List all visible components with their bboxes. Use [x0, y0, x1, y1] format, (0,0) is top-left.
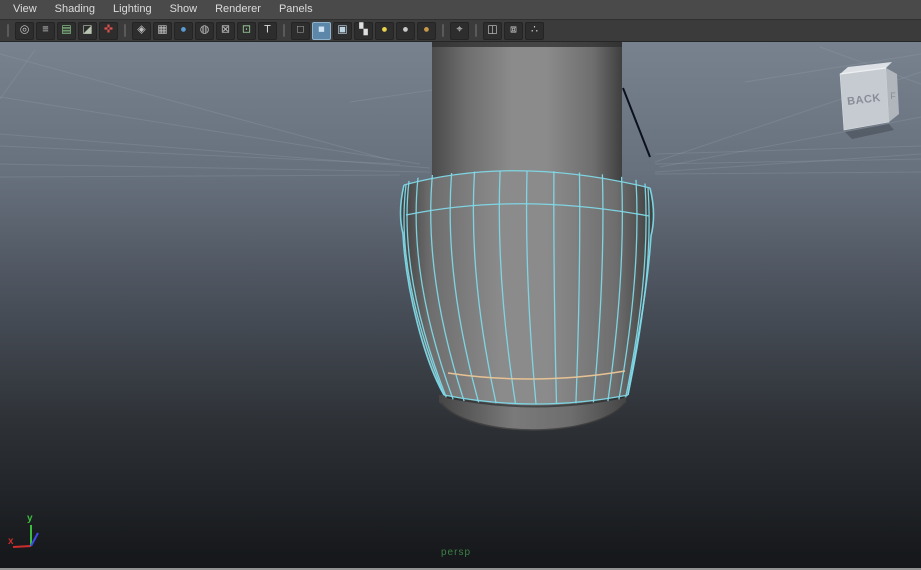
toolbar-separator [442, 24, 444, 37]
image-plane-icon[interactable]: ◪ [78, 21, 97, 40]
resolution-gate-icon[interactable]: ▦ [153, 21, 172, 40]
camera-attributes-icon[interactable]: ≡ [36, 21, 55, 40]
use-all-lights-icon[interactable]: ● [375, 21, 394, 40]
safe-title-icon[interactable]: T [258, 21, 277, 40]
menu-renderer[interactable]: Renderer [206, 0, 270, 19]
wireframe-icon[interactable]: □ [291, 21, 310, 40]
panel-toolbar: ◎ ≡ ▤ ◪ ✜ ◈ ▦ ● ◍ ⊠ ⊡ T □ ■ ▣ ▚ ● ● ● ⌖ ◫ ⧈ ∴ [0, 20, 921, 42]
view-cube-side-label: F [890, 91, 896, 101]
use-default-material-icon[interactable]: ▚ [354, 21, 373, 40]
bookmarks-icon[interactable]: ▤ [57, 21, 76, 40]
cup-object[interactable] [399, 170, 655, 408]
film-gate-icon[interactable]: ◈ [132, 21, 151, 40]
smooth-shade-icon[interactable]: ■ [312, 21, 331, 40]
shadows-icon[interactable]: ● [396, 21, 415, 40]
textured-icon[interactable]: ▣ [333, 21, 352, 40]
toolbar-separator [475, 24, 477, 37]
safe-action-icon[interactable]: ⊠ [216, 21, 235, 40]
panel-menubar: View Shading Lighting Show Renderer Panels [0, 0, 921, 20]
gate-mask-icon[interactable]: ● [174, 21, 193, 40]
menu-shading[interactable]: Shading [46, 0, 104, 19]
toolbar-separator [7, 24, 9, 37]
toolbar-separator [283, 24, 285, 37]
2d-pan-zoom-icon[interactable]: ✜ [99, 21, 118, 40]
menu-lighting[interactable]: Lighting [104, 0, 161, 19]
wireframe-on-shaded-icon[interactable]: ⧈ [504, 21, 523, 40]
3d-viewport[interactable]: BACK F x y persp [0, 42, 921, 568]
menu-view[interactable]: View [4, 0, 46, 19]
field-chart-icon[interactable]: ◍ [195, 21, 214, 40]
isolate-select-icon[interactable]: ⌖ [450, 21, 469, 40]
node-connections-icon[interactable]: ∴ [525, 21, 544, 40]
axis-x-label: x [8, 536, 14, 547]
cylinder-object[interactable] [432, 42, 622, 192]
select-camera-icon[interactable]: ◎ [15, 21, 34, 40]
menu-show[interactable]: Show [161, 0, 207, 19]
xray-icon[interactable]: ◫ [483, 21, 502, 40]
axis-y-label: y [27, 513, 33, 524]
film-pivot-icon[interactable]: ⊡ [237, 21, 256, 40]
menu-panels[interactable]: Panels [270, 0, 322, 19]
ambient-occlusion-icon[interactable]: ● [417, 21, 436, 40]
toolbar-separator [124, 24, 126, 37]
camera-label: persp [441, 547, 471, 558]
panel-menu-items: View Shading Lighting Show Renderer Panels [4, 0, 322, 19]
